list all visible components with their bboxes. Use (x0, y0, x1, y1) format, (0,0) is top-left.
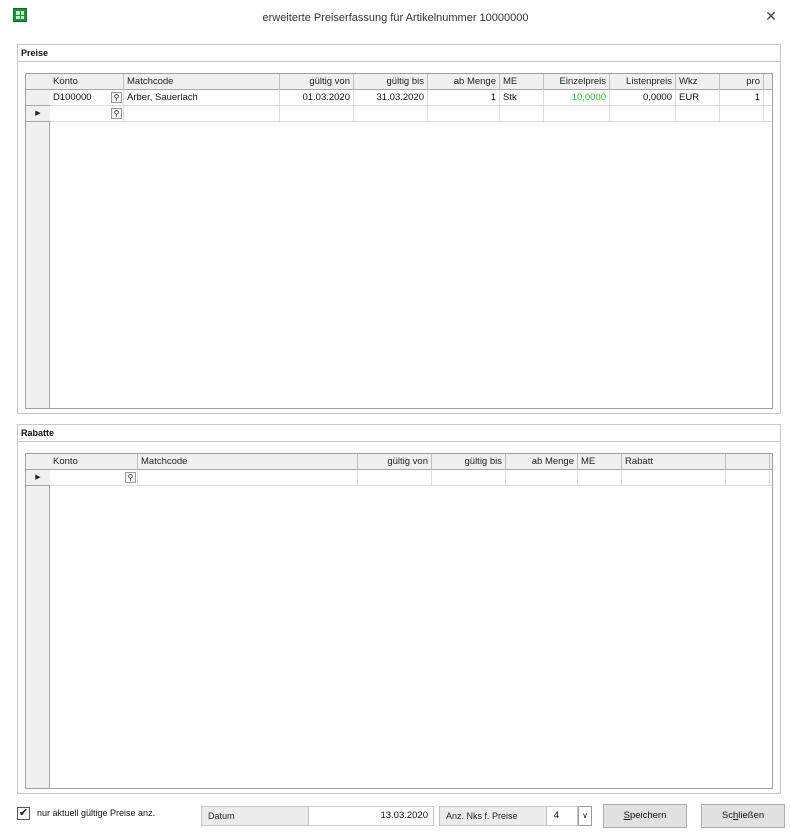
preise-col-header[interactable]: Listenpreis (610, 74, 676, 90)
cell-empty[interactable] (124, 106, 280, 122)
cell-gueltig-bis[interactable]: 31.03.2020 (354, 90, 428, 106)
rabatte-col-header[interactable]: gültig bis (432, 454, 506, 470)
rabatte-group-title: Rabatte (21, 428, 55, 438)
cell-empty[interactable] (500, 106, 544, 122)
rabatte-col-header[interactable]: Konto (50, 454, 138, 470)
table-row[interactable]: D100000 ⚲ Arber, Sauerlach 01.03.2020 31.03.… (50, 90, 772, 106)
preise-col-header[interactable]: ME (500, 74, 544, 90)
rabatte-col-header[interactable]: Rabatt (622, 454, 726, 470)
only-valid-prices-label: nur aktuell gültige Preise anz. (37, 808, 156, 818)
preise-indicator-header (26, 74, 50, 90)
cell-empty[interactable] (622, 470, 726, 486)
cell-me[interactable]: Stk (500, 90, 544, 106)
rabatte-grid-header: Konto Matchcode gültig von gültig bis ab Men… (50, 454, 772, 470)
datum-label: Datum (201, 806, 309, 826)
preise-col-header[interactable]: Einzelpreis (544, 74, 610, 90)
cell-empty[interactable]: ⚲ (50, 106, 124, 122)
preise-col-header[interactable]: gültig bis (354, 74, 428, 90)
preise-col-header[interactable]: Wkz (676, 74, 720, 90)
nks-field[interactable]: 4 (546, 806, 578, 826)
cell-empty[interactable] (280, 106, 354, 122)
preise-grid-header: Konto Matchcode gültig von gültig bis ab Men… (50, 74, 772, 90)
cell-empty[interactable] (506, 470, 578, 486)
magnifier-icon[interactable]: ⚲ (111, 92, 122, 103)
rabatte-col-header[interactable]: ME (578, 454, 622, 470)
magnifier-icon[interactable]: ⚲ (125, 472, 136, 483)
cell-gueltig-von[interactable]: 01.03.2020 (280, 90, 354, 106)
rabatte-col-header[interactable] (726, 454, 770, 470)
cell-ab-menge[interactable]: 1 (428, 90, 500, 106)
save-button-label: peichern (629, 810, 667, 821)
save-button[interactable]: Speichern (603, 804, 687, 828)
only-valid-prices-checkbox[interactable]: ✔ (17, 807, 30, 820)
table-row-new[interactable]: ⚲ (50, 470, 772, 486)
cell-listenpreis[interactable]: 0,0000 (610, 90, 676, 106)
cell-empty[interactable] (432, 470, 506, 486)
preise-row-indicator-column (26, 74, 50, 408)
preise-col-header[interactable]: gültig von (280, 74, 354, 90)
rabatte-row-indicator-column (26, 454, 50, 788)
cell-empty[interactable]: ⚲ (50, 470, 138, 486)
cell-wkz[interactable]: EUR (676, 90, 720, 106)
preise-col-header[interactable]: ab Menge (428, 74, 500, 90)
title-bar: erweiterte Preiserfassung für Artikelnum… (0, 0, 791, 36)
cell-matchcode[interactable]: Arber, Sauerlach (124, 90, 280, 106)
nks-label: Anz. Nks f. Preise (439, 806, 547, 826)
rabatte-col-header[interactable]: ab Menge (506, 454, 578, 470)
cell-empty[interactable] (428, 106, 500, 122)
nks-spin-down-icon[interactable]: ∨ (578, 806, 592, 826)
cell-einzelpreis[interactable]: 10,0000 (544, 90, 610, 106)
cell-empty[interactable] (720, 106, 764, 122)
rabatte-group: Rabatte Konto Matchcode gültig von gültig b… (17, 424, 781, 794)
preise-group-separator (18, 61, 780, 62)
cell-empty[interactable] (610, 106, 676, 122)
preise-col-header[interactable]: pro (720, 74, 764, 90)
cell-empty[interactable] (358, 470, 432, 486)
preise-col-header[interactable]: Matchcode (124, 74, 280, 90)
table-row-new[interactable]: ⚲ (50, 106, 772, 122)
window-title: erweiterte Preiserfassung für Artikelnum… (262, 12, 529, 24)
close-icon[interactable]: ✕ (763, 8, 779, 24)
cell-empty[interactable] (138, 470, 358, 486)
preise-group-title: Preise (21, 48, 49, 58)
current-row-arrow-icon: ▶ (26, 470, 50, 486)
cell-pro[interactable]: 1 (720, 90, 764, 106)
magnifier-icon[interactable]: ⚲ (111, 108, 122, 119)
preise-group: Preise Konto Matchcode gültig von gültig bi… (17, 44, 781, 414)
preise-row-indicator (26, 90, 50, 106)
rabatte-col-header[interactable]: Matchcode (138, 454, 358, 470)
cell-empty[interactable] (354, 106, 428, 122)
datum-field[interactable]: 13.03.2020 (308, 806, 434, 826)
cell-empty[interactable] (726, 470, 770, 486)
cell-empty[interactable] (676, 106, 720, 122)
close-button[interactable]: Schließen (701, 804, 785, 828)
rabatte-col-header[interactable]: gültig von (358, 454, 432, 470)
rabatte-indicator-header (26, 454, 50, 470)
current-row-arrow-icon: ▶ (26, 106, 50, 122)
preise-grid[interactable]: Konto Matchcode gültig von gültig bis ab Men… (25, 73, 773, 409)
cell-empty[interactable] (544, 106, 610, 122)
close-button-label-rest: ließen (738, 810, 765, 821)
preise-col-header[interactable]: Konto (50, 74, 124, 90)
rabatte-grid[interactable]: Konto Matchcode gültig von gültig bis ab Men… (25, 453, 773, 789)
rabatte-group-separator (18, 441, 780, 442)
cell-konto[interactable]: D100000 ⚲ (50, 90, 124, 106)
cell-empty[interactable] (578, 470, 622, 486)
close-button-label-pre: Sc (721, 810, 733, 821)
